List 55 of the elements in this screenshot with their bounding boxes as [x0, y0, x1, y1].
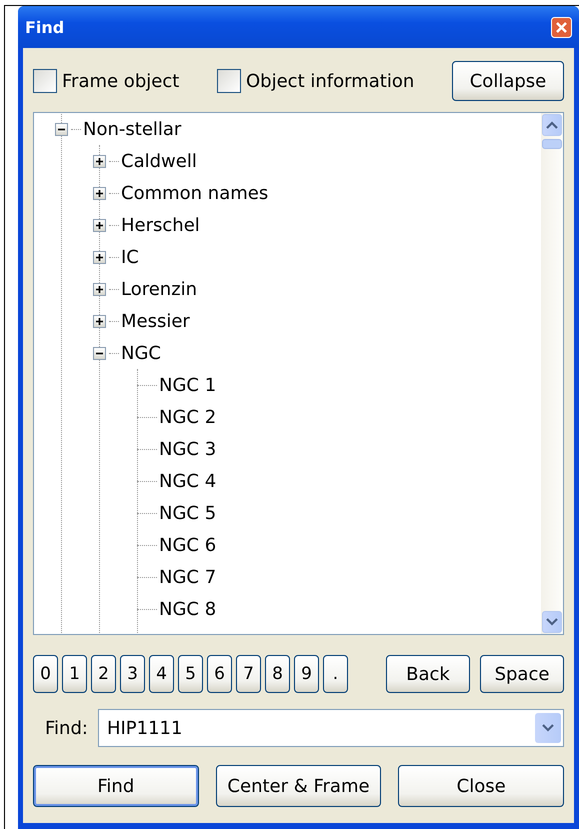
tree-item[interactable]: NGC 2	[157, 406, 218, 428]
tree-item[interactable]: Caldwell	[119, 150, 199, 172]
scroll-up-icon[interactable]	[546, 121, 558, 129]
tree-item[interactable]: Common names	[119, 182, 270, 204]
key-button[interactable]: 2	[91, 655, 116, 693]
tree-item[interactable]: NGC 4	[157, 470, 218, 492]
key-button[interactable]: 4	[149, 655, 174, 693]
key-button[interactable]: 0	[33, 655, 58, 693]
tree-item[interactable]: NGC	[119, 342, 163, 364]
key-button[interactable]: 9	[294, 655, 319, 693]
key-button[interactable]: Space	[480, 655, 564, 693]
close-icon[interactable]	[551, 16, 572, 38]
expand-icon[interactable]	[92, 154, 106, 168]
expand-icon[interactable]	[92, 282, 106, 296]
find-label: Find:	[45, 718, 88, 738]
expand-icon[interactable]	[92, 250, 106, 264]
tree-item[interactable]: IC	[119, 246, 141, 268]
checkbox-label: Object information	[246, 70, 414, 92]
tree-item[interactable]: NGC 6	[157, 534, 218, 556]
tree-item[interactable]: NGC 5	[157, 502, 218, 524]
tree-item[interactable]: NGC 3	[157, 438, 218, 460]
key-button[interactable]: .	[323, 655, 348, 693]
key-button[interactable]: 5	[178, 655, 203, 693]
checkbox[interactable]	[33, 69, 57, 93]
checkbox-label: Frame object	[62, 70, 180, 92]
expand-icon[interactable]	[92, 186, 106, 200]
scroll-down-icon[interactable]	[542, 724, 554, 732]
find-combobox[interactable]: HIP1111	[98, 709, 564, 747]
collapse-button[interactable]: Collapse	[452, 61, 564, 101]
collapse-icon[interactable]	[54, 122, 68, 136]
tree-item[interactable]: Non-stellar	[81, 118, 184, 140]
tree-item[interactable]: NGC 1	[157, 374, 218, 396]
collapse-icon[interactable]	[92, 346, 106, 360]
dialog-button[interactable]: Close	[398, 765, 564, 807]
checkbox[interactable]	[217, 69, 242, 93]
key-button[interactable]: 6	[207, 655, 232, 693]
scrollbar[interactable]	[541, 113, 563, 634]
scroll-down-icon[interactable]	[546, 618, 558, 626]
dialog-button[interactable]: Find	[33, 765, 199, 807]
expand-icon[interactable]	[92, 218, 106, 232]
tree-item[interactable]: Herschel	[119, 214, 202, 236]
scroll-thumb[interactable]	[542, 139, 562, 149]
dropdown-button[interactable]	[535, 713, 561, 743]
dialog-button[interactable]: Center & Frame	[216, 765, 382, 807]
tree-item[interactable]: Messier	[119, 310, 192, 332]
key-button[interactable]: 3	[120, 655, 145, 693]
expand-icon[interactable]	[92, 314, 106, 328]
tree-item[interactable]: NGC 7	[157, 566, 218, 588]
key-button[interactable]: 8	[265, 655, 290, 693]
key-button[interactable]: 7	[236, 655, 261, 693]
tree-item[interactable]: Lorenzin	[119, 278, 200, 300]
tree-item[interactable]: NGC 8	[157, 598, 218, 620]
key-button[interactable]: 1	[62, 655, 87, 693]
key-button[interactable]: Back	[386, 655, 470, 693]
window-title: Find	[25, 18, 64, 36]
